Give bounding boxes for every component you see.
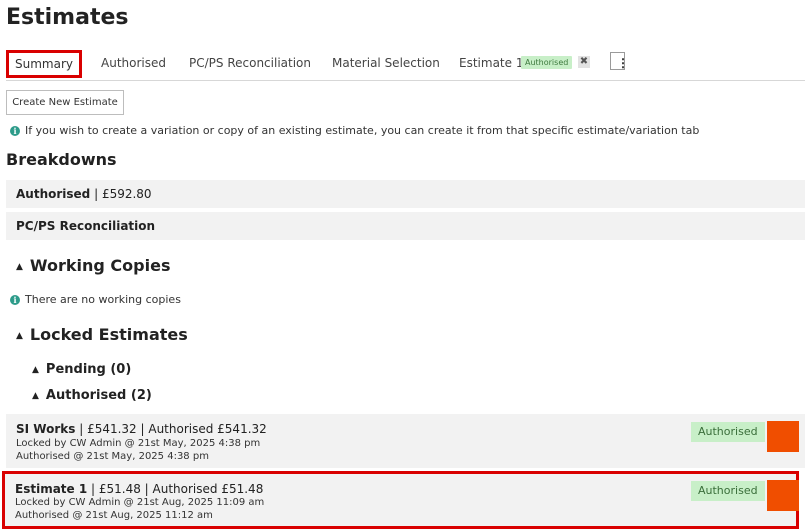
info-icon: i <box>10 295 20 305</box>
tab-bar: Summary Authorised PC/PS Reconciliation … <box>6 48 805 81</box>
info-icon: i <box>10 126 20 136</box>
estimate-name: Estimate 1 <box>15 482 88 496</box>
tab-summary[interactable]: Summary <box>6 50 82 78</box>
pending-heading: Pending (0) <box>45 362 132 377</box>
estimate-summary: | £541.32 | Authorised £541.32 <box>75 422 267 436</box>
locked-estimates-toggle[interactable]: ▲ Locked Estimates <box>16 325 188 344</box>
locked-estimates-heading: Locked Estimates <box>29 325 188 344</box>
authorised-toggle[interactable]: ▲ Authorised (2) <box>32 388 152 403</box>
estimate-authorised-info: Authorised @ 21st May, 2025 4:38 pm <box>16 451 209 462</box>
caret-up-icon: ▲ <box>16 261 23 272</box>
create-new-estimate-button[interactable]: Create New Estimate <box>6 90 124 115</box>
tab-status-badge: Authorised <box>521 56 573 69</box>
estimate-action-button[interactable] <box>767 421 799 452</box>
caret-up-icon: ▲ <box>32 390 39 401</box>
estimate-locked-info: Locked by CW Admin @ 21st Aug, 2025 11:0… <box>15 497 265 508</box>
working-copies-toggle[interactable]: ▲ Working Copies <box>16 256 170 275</box>
breakdown-value: | £592.80 <box>90 187 152 201</box>
estimate-locked-info: Locked by CW Admin @ 21st May, 2025 4:38… <box>16 438 261 449</box>
estimate-action-button[interactable] <box>767 480 799 511</box>
estimate-title: SI Works | £541.32 | Authorised £541.32 <box>16 422 267 436</box>
estimate-authorised-info: Authorised @ 21st Aug, 2025 11:12 am <box>15 510 213 521</box>
pending-toggle[interactable]: ▲ Pending (0) <box>32 362 131 377</box>
page-title: Estimates <box>6 5 129 30</box>
no-working-copies-text: There are no working copies <box>25 293 181 306</box>
breakdown-row-pcps[interactable]: PC/PS Reconciliation <box>6 212 805 240</box>
tab-authorised[interactable]: Authorised <box>101 48 166 78</box>
no-working-copies-message: i There are no working copies <box>10 293 181 306</box>
estimate-row-si-works[interactable]: SI Works | £541.32 | Authorised £541.32 … <box>6 414 805 468</box>
breakdown-label: Authorised <box>16 187 91 201</box>
close-icon[interactable]: ✖ <box>578 56 590 68</box>
tab-pcps-reconciliation[interactable]: PC/PS Reconciliation <box>189 48 311 78</box>
breakdown-label: PC/PS Reconciliation <box>16 219 156 233</box>
status-badge: Authorised <box>691 422 765 442</box>
caret-up-icon: ▲ <box>32 364 39 375</box>
tab-estimate-1[interactable]: Estimate 1 <box>459 48 523 78</box>
caret-up-icon: ▲ <box>16 330 23 341</box>
variation-info-message: i If you wish to create a variation or co… <box>10 124 699 137</box>
variation-info-text: If you wish to create a variation or cop… <box>25 124 700 137</box>
breakdown-row-authorised[interactable]: Authorised | £592.80 <box>6 180 805 208</box>
authorised-heading: Authorised (2) <box>45 388 152 403</box>
estimate-summary: | £51.48 | Authorised £51.48 <box>87 482 264 496</box>
working-copies-heading: Working Copies <box>29 256 171 275</box>
more-vertical-icon[interactable]: ⋮ <box>610 52 629 70</box>
breakdowns-heading: Breakdowns <box>6 150 117 169</box>
estimate-row-estimate-1[interactable]: Estimate 1 | £51.48 | Authorised £51.48 … <box>2 471 799 529</box>
status-badge: Authorised <box>691 481 765 501</box>
estimate-name: SI Works <box>16 422 76 436</box>
estimate-title: Estimate 1 | £51.48 | Authorised £51.48 <box>15 482 263 496</box>
tab-material-selection[interactable]: Material Selection <box>332 48 440 78</box>
